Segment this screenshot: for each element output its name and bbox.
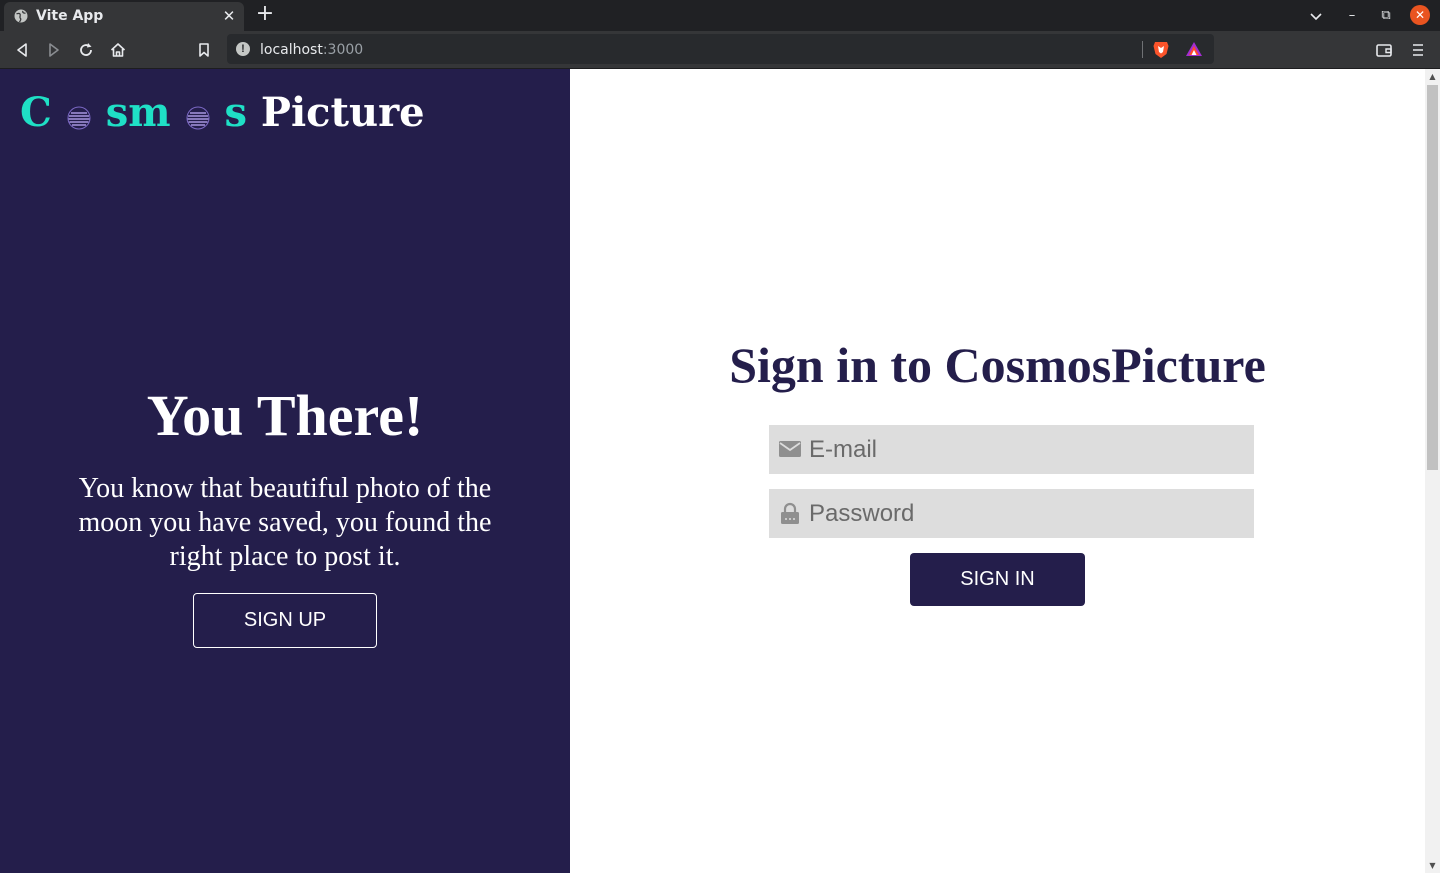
welcome-title: You There! <box>146 383 424 448</box>
email-input[interactable] <box>809 425 1249 474</box>
minimize-button[interactable]: – <box>1342 6 1362 26</box>
sign-up-button[interactable]: SIGN UP <box>193 593 377 648</box>
logo: C sm s Picture <box>20 89 425 137</box>
wallet-icon[interactable] <box>1373 39 1395 61</box>
forward-icon[interactable] <box>43 39 65 61</box>
page: C sm s Picture You There! You know that … <box>0 69 1425 873</box>
info-icon[interactable]: ! <box>236 42 250 56</box>
address-bar[interactable]: ! localhost:3000 <box>227 34 1214 64</box>
tab-list-chevron-icon[interactable] <box>1306 6 1326 26</box>
sign-in-button[interactable]: SIGN IN <box>910 553 1085 606</box>
email-field[interactable] <box>769 425 1254 474</box>
restore-button[interactable]: ⧉ <box>1376 6 1396 26</box>
logo-text-sm: sm <box>105 89 171 136</box>
password-field[interactable] <box>769 489 1254 538</box>
scrollbar-thumb[interactable] <box>1427 85 1438 470</box>
new-tab-button[interactable]: + <box>254 3 276 25</box>
globe-icon <box>14 9 28 23</box>
url-host: localhost <box>260 42 323 58</box>
address-bar-separator <box>1142 41 1143 58</box>
home-icon[interactable] <box>107 39 129 61</box>
bookmark-icon[interactable] <box>193 39 215 61</box>
url-text: localhost:3000 <box>260 42 363 58</box>
lock-icon <box>781 502 799 524</box>
scroll-down-arrow-icon[interactable]: ▼ <box>1425 858 1440 873</box>
logo-text-c: C <box>20 89 52 136</box>
url-port: :3000 <box>322 42 364 58</box>
welcome-text: You know that beautiful photo of the moo… <box>78 473 492 572</box>
brave-rewards-icon[interactable] <box>1185 41 1203 58</box>
welcome-panel: C sm s Picture You There! You know that … <box>0 69 570 873</box>
browser-toolbar: ! localhost:3000 <box>0 31 1440 68</box>
logo-text-s: s <box>224 89 247 136</box>
password-input[interactable] <box>809 489 1249 538</box>
browser-tab[interactable]: Vite App ✕ <box>4 2 244 31</box>
sign-in-title: Sign in to CosmosPicture <box>729 337 1266 393</box>
reload-icon[interactable] <box>75 39 97 61</box>
moon-icon <box>67 106 91 130</box>
window-close-button[interactable]: ✕ <box>1410 5 1430 25</box>
tab-title: Vite App <box>36 8 104 24</box>
logo-text-picture: Picture <box>260 89 425 136</box>
browser-tab-bar: Vite App ✕ + – ⧉ ✕ <box>0 0 1440 31</box>
brave-shield-icon[interactable] <box>1152 40 1170 59</box>
tab-close-icon[interactable]: ✕ <box>220 7 238 25</box>
vertical-scrollbar[interactable]: ▲ ▼ <box>1425 69 1440 873</box>
envelope-icon <box>779 441 801 457</box>
menu-icon[interactable] <box>1407 39 1429 61</box>
back-icon[interactable] <box>11 39 33 61</box>
moon-icon <box>186 106 209 130</box>
scroll-up-arrow-icon[interactable]: ▲ <box>1425 69 1440 84</box>
